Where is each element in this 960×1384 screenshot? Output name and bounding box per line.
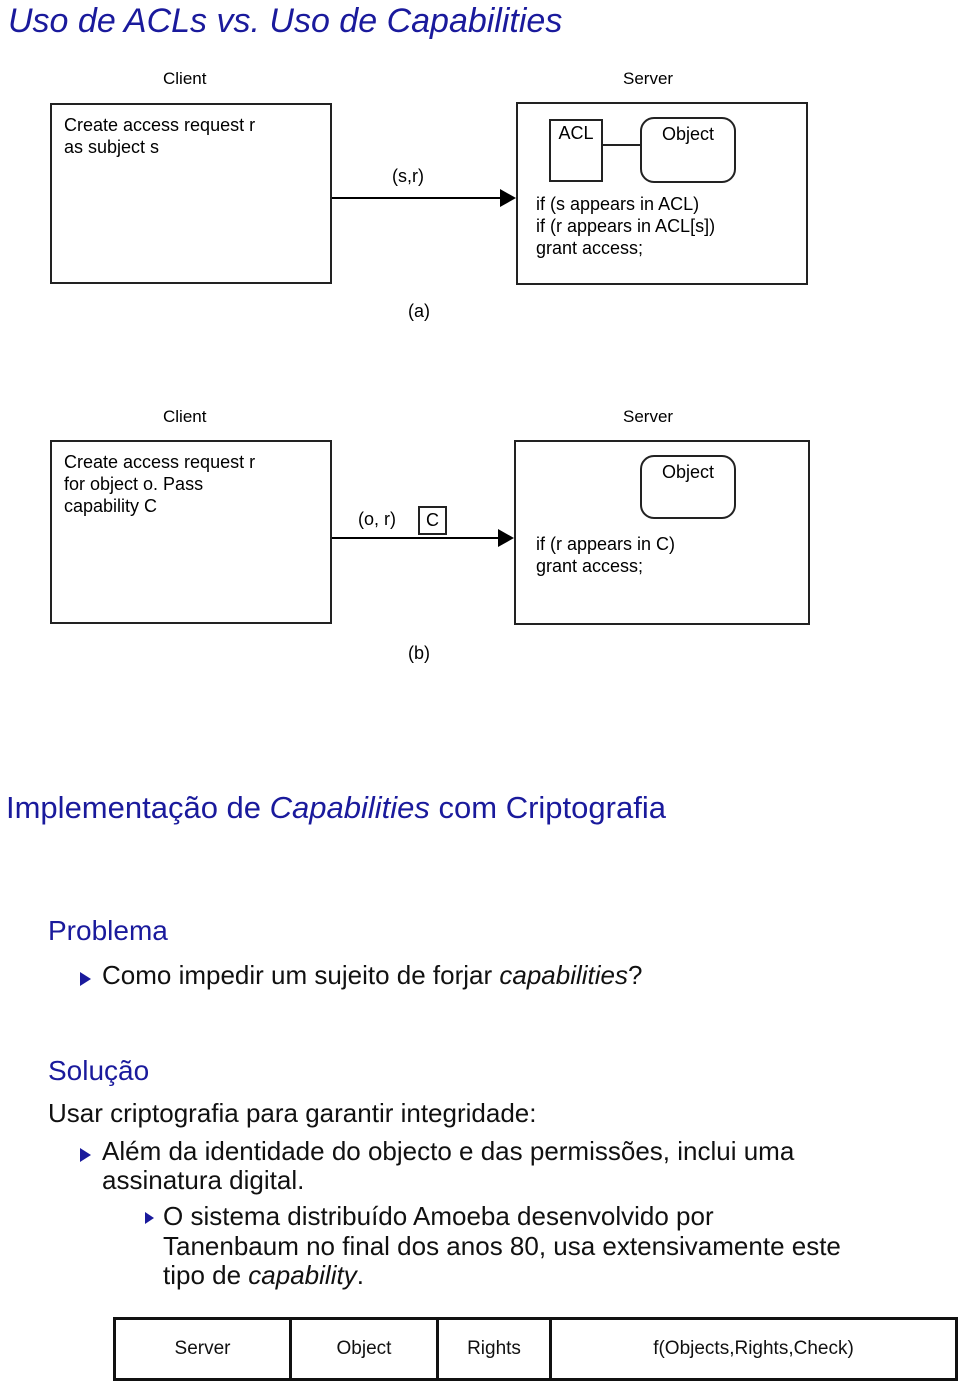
section-heading-italic: Capabilities (269, 790, 430, 825)
solution-block: Solução Usar criptografia para garantir … (0, 1055, 940, 1291)
solution-intro: Usar criptografia para garantir integrid… (48, 1098, 537, 1128)
problem-bullet-italic: capabilities (499, 960, 629, 990)
solution-bullet-2-line-3-italic: capability (248, 1260, 357, 1291)
solution-bullet-1-text: Além da identidade do objecto e das perm… (102, 1135, 795, 1196)
figure-a-client-box: Create access request r as subject s (50, 103, 332, 284)
solution-bullet-2-line-1: O sistema distribuído Amoeba desenvolvid… (163, 1200, 714, 1231)
table-cell-server: Server (116, 1320, 292, 1378)
figure-b-label: (b) (408, 643, 430, 663)
figure-b: Client Server Create access request r fo… (0, 400, 960, 670)
figure-a-arrow-head (500, 189, 516, 207)
solution-bullet-2-line-3-suffix: . (356, 1260, 364, 1291)
figure-b-server-text: if (r appears in C) grant access; (536, 534, 676, 576)
figure-b-arrow-line (332, 537, 498, 539)
solution-heading: Solução (48, 1055, 150, 1086)
figure-b-object-label: Object (661, 462, 715, 482)
figure-a-object-box: Object (640, 117, 736, 183)
figure-b-client-caption: Client (163, 407, 207, 426)
problem-bullet-text: Como impedir um sujeito de forjar capabi… (102, 960, 643, 991)
figure-a: Client Server Create access request r as… (0, 60, 960, 330)
figure-a-server-text: if (s appears in ACL) if (r appears in A… (536, 194, 716, 258)
figure-b-server-box: Object if (r appears in C) grant access; (514, 440, 810, 625)
figure-b-client-box: Create access request r for object o. Pa… (50, 440, 332, 624)
solution-bullet-1: Além da identidade do objecto e das perm… (80, 1135, 940, 1196)
table-cell-object: Object (292, 1320, 439, 1378)
problem-block: Problema Como impedir um sujeito de forj… (0, 915, 940, 991)
solution-bullet-2-line-3: tipo de capability. (163, 1260, 940, 1291)
acl-box-label: ACL (558, 123, 594, 143)
figure-b-object-box: Object (640, 455, 736, 519)
figure-a-server-box: ACL Object if (s appears in ACL) if (r a… (516, 102, 808, 285)
figure-a-message-label: (s,r) (392, 166, 424, 186)
problem-heading: Problema (48, 915, 168, 946)
bullet-triangle-icon (80, 972, 91, 986)
figure-a-label: (a) (408, 301, 430, 321)
figure-a-server-caption: Server (623, 69, 674, 88)
figure-a-object-label: Object (661, 124, 715, 144)
capability-table: Server Object Rights f(Objects,Rights,Ch… (113, 1317, 958, 1381)
problem-bullet: Como impedir um sujeito de forjar capabi… (80, 960, 940, 991)
solution-bullet-2-line-3-prefix: tipo de (163, 1260, 249, 1291)
bullet-triangle-icon (145, 1211, 154, 1224)
table-cell-rights: Rights (439, 1320, 552, 1378)
figure-a-arrow-line (332, 197, 500, 199)
bullet-triangle-icon (80, 1147, 91, 1162)
acl-object-connector (603, 144, 640, 146)
figure-b-arrow-head (498, 529, 514, 547)
solution-bullet-2-line-2: Tanenbaum no final dos anos 80, usa exte… (163, 1230, 841, 1261)
problem-bullet-prefix: Como impedir um sujeito de forjar (102, 960, 500, 990)
solution-bullet-2-text: O sistema distribuído Amoeba desenvolvid… (163, 1200, 940, 1291)
figure-b-client-text: Create access request r for object o. Pa… (64, 452, 256, 516)
section-heading-prefix: Implementação de (6, 790, 270, 825)
problem-bullet-suffix: ? (628, 960, 643, 990)
figure-b-message-label: (o, r) (358, 509, 396, 529)
section-heading: Implementação de Capabilities com Cripto… (6, 790, 666, 826)
capability-box: C (418, 506, 447, 535)
table-cell-check: f(Objects,Rights,Check) (653, 1338, 854, 1359)
figure-a-client-caption: Client (163, 69, 207, 88)
figure-b-server-caption: Server (623, 407, 674, 426)
section-heading-suffix: com Criptografia (429, 790, 666, 825)
page-title: Uso de ACLs vs. Uso de Capabilities (8, 2, 563, 40)
figure-a-client-text: Create access request r as subject s (64, 115, 256, 157)
solution-bullet-2: O sistema distribuído Amoeba desenvolvid… (145, 1200, 940, 1291)
capability-box-label: C (426, 510, 439, 530)
acl-box: ACL (549, 119, 603, 182)
